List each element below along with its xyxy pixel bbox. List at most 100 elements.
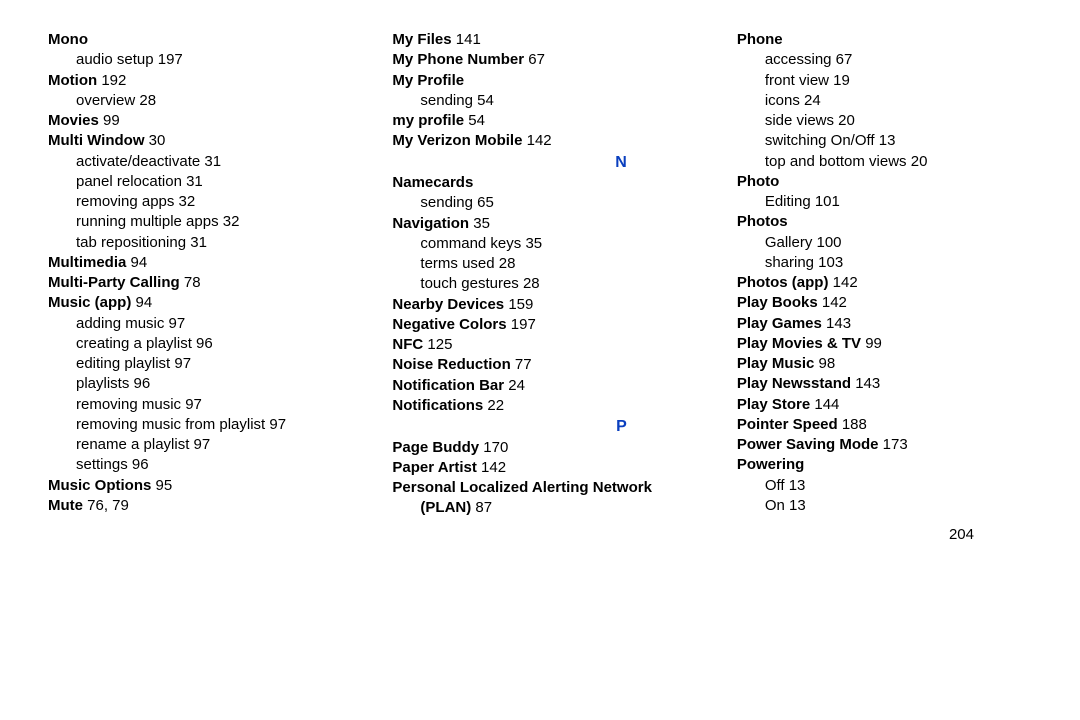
index-entry: Navigation 35 [392,214,736,234]
index-entry: front view 19 [737,71,1032,91]
index-page-ref: 94 [126,254,147,271]
index-page-ref: 35 [469,215,490,232]
index-entry: adding music 97 [48,314,392,334]
index-entry: Mute 76, 79 [48,496,392,516]
index-entry: terms used 28 [392,254,736,274]
index-term: Play Music [737,355,815,372]
index-entry: sending 54 [392,91,736,111]
index-term: Notification Bar [392,377,504,394]
index-entry: Play Games 143 [737,314,1032,334]
index-entry: audio setup 197 [48,50,392,70]
index-term: My Phone Number [392,51,524,68]
index-page-ref: 54 [464,112,485,129]
index-entry: sharing 103 [737,253,1032,273]
index-entry: Editing 101 [737,192,1032,212]
index-entry: Play Books 142 [737,293,1032,313]
index-term: Play Store [737,396,810,413]
index-letter-p: P [392,416,736,438]
index-page-ref: 192 [97,72,126,89]
index-term: Powering [737,456,805,473]
index-entry: Motion 192 [48,71,392,91]
index-entry: Personal Localized Alerting Network [392,478,736,498]
index-entry: Paper Artist 142 [392,458,736,478]
index-term: Photos [737,213,788,230]
index-term: Photos (app) [737,274,829,291]
index-term: Music Options [48,477,151,494]
index-term: Motion [48,72,97,89]
index-entry: My Phone Number 67 [392,50,736,70]
index-entry: Noise Reduction 77 [392,355,736,375]
index-entry: removing music 97 [48,395,392,415]
index-term: My Files [392,31,451,48]
index-entry: settings 96 [48,455,392,475]
index-entry: Music (app) 94 [48,293,392,313]
index-term: My Verizon Mobile [392,132,522,149]
index-page-ref: 77 [511,356,532,373]
index-entry: Power Saving Mode 173 [737,435,1032,455]
index-entry: overview 28 [48,91,392,111]
index-entry: Movies 99 [48,111,392,131]
index-term: Play Newsstand [737,375,851,392]
index-page-ref: 87 [471,499,492,516]
index-page-ref: 94 [131,294,152,311]
index-entry: Nearby Devices 159 [392,295,736,315]
index-page-ref: 170 [479,439,508,456]
index-page-ref: 142 [828,274,857,291]
index-entry: removing music from playlist 97 [48,415,392,435]
index-page-ref: 142 [477,459,506,476]
index-page-ref: 98 [814,355,835,372]
index-entry: activate/deactivate 31 [48,152,392,172]
index-page-ref: 142 [522,132,551,149]
index-term: Pointer Speed [737,416,838,433]
index-entry: My Files 141 [392,30,736,50]
index-page-ref: 24 [504,377,525,394]
index-term: Page Buddy [392,439,479,456]
index-entry: Play Newsstand 143 [737,374,1032,394]
index-entry: top and bottom views 20 [737,152,1032,172]
index-page-ref: 188 [838,416,867,433]
index-entry: panel relocation 31 [48,172,392,192]
index-entry: Multi Window 30 [48,131,392,151]
index-entry: playlists 96 [48,374,392,394]
index-letter-n: N [392,152,736,174]
index-entry: On 13 [737,496,1032,516]
index-entry: Multi-Party Calling 78 [48,273,392,293]
index-page-ref: 141 [452,31,481,48]
index-entry: side views 20 [737,111,1032,131]
index-term: Play Books [737,294,818,311]
index-term: Movies [48,112,99,129]
index-page-ref: 159 [504,296,533,313]
index-page-ref: 76, 79 [83,497,129,514]
index-entry: my profile 54 [392,111,736,131]
index-entry: Off 13 [737,476,1032,496]
index-term: Personal Localized Alerting Network [392,479,652,496]
index-entry: Multimedia 94 [48,253,392,273]
index-entry: My Profile [392,71,736,91]
index-entry: removing apps 32 [48,192,392,212]
index-entry: Photo [737,172,1032,192]
index-term: (PLAN) [420,499,471,516]
index-page-ref: 78 [180,274,201,291]
index-term: NFC [392,336,423,353]
index-term: Play Movies & TV [737,335,861,352]
index-term: Notifications [392,397,483,414]
index-term: Multi Window [48,132,145,149]
index-entry: Notification Bar 24 [392,376,736,396]
index-term: Navigation [392,215,469,232]
index-page-ref: 142 [818,294,847,311]
index-entry: tab repositioning 31 [48,233,392,253]
index-term: Play Games [737,315,822,332]
index-term: Power Saving Mode [737,436,879,453]
index-entry: rename a playlist 97 [48,435,392,455]
index-entry: Negative Colors 197 [392,315,736,335]
index-entry: Page Buddy 170 [392,438,736,458]
index-page-ref: 144 [810,396,839,413]
index-entry: Play Store 144 [737,395,1032,415]
index-term: Namecards [392,174,473,191]
index-col-1: Monoaudio setup 197Motion 192overview 28… [48,30,392,519]
index-entry: Namecards [392,173,736,193]
index-entry: sending 65 [392,193,736,213]
index-page-ref: 143 [851,375,880,392]
index-page-ref: 125 [423,336,452,353]
index-term: Phone [737,31,783,48]
